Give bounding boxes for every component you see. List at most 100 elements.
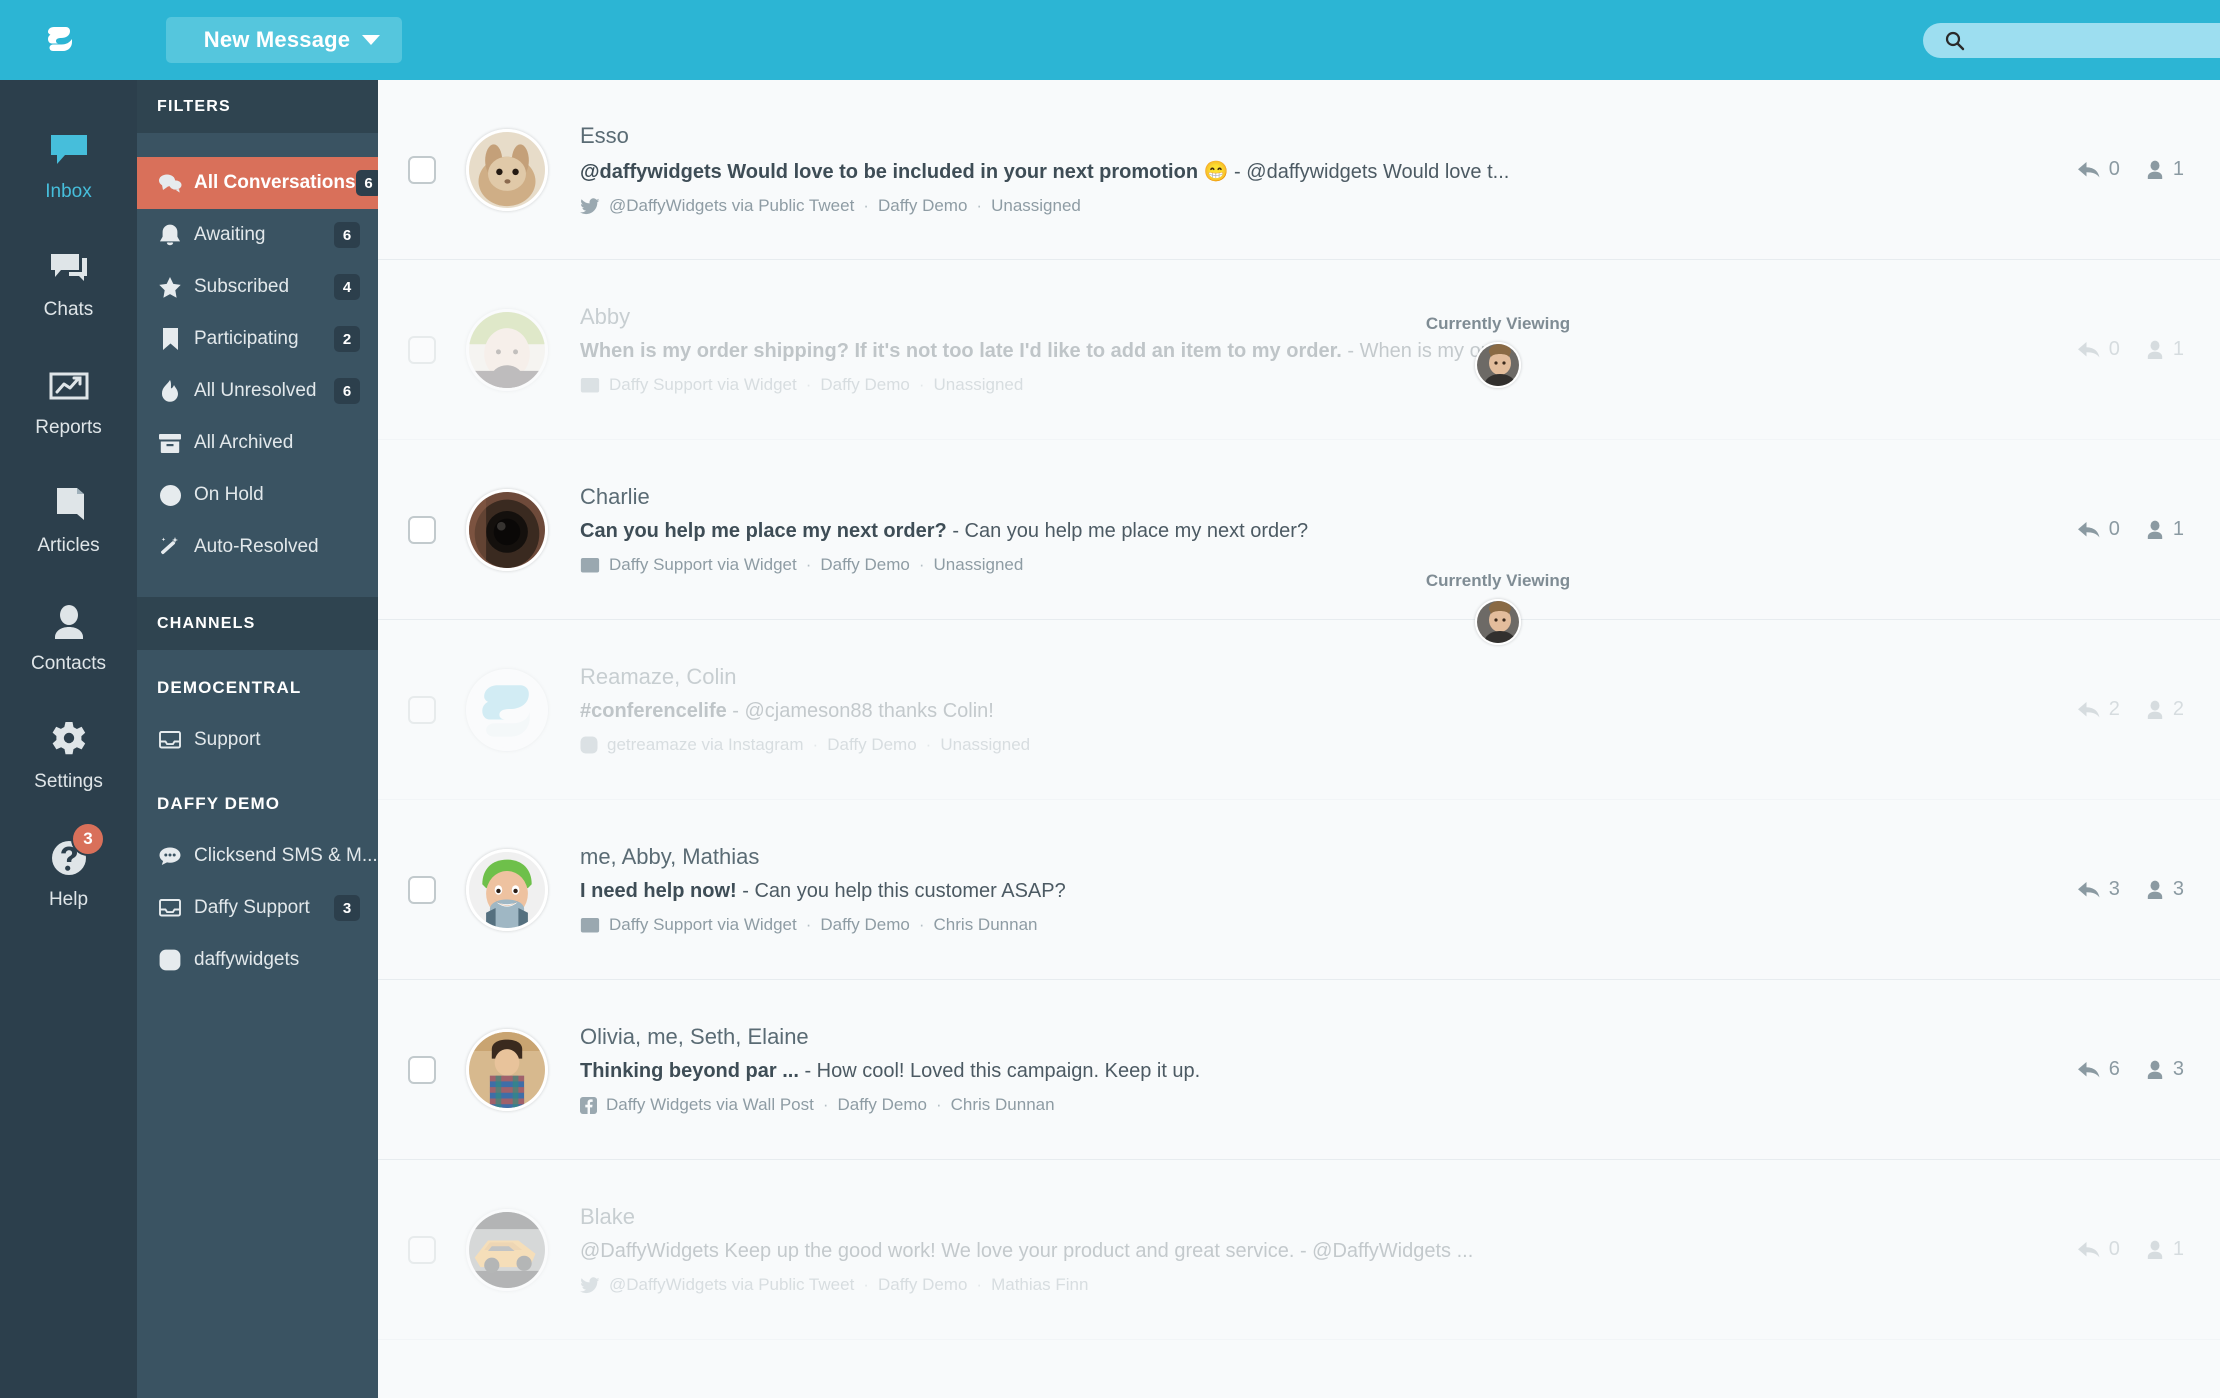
row-checkbox[interactable] xyxy=(408,515,436,544)
reply-count-value: 0 xyxy=(2108,158,2120,180)
search-bar[interactable] xyxy=(1923,23,2220,58)
people-count-value: 1 xyxy=(2172,158,2184,180)
snippet-subject: @daffywidgets Would love to be included … xyxy=(580,161,1229,183)
rail-label-help: Help xyxy=(48,889,89,910)
filter-item-all-conversations[interactable]: All Conversations 6 xyxy=(137,157,382,209)
person-icon xyxy=(2147,340,2163,359)
avatar xyxy=(466,308,548,391)
new-message-button[interactable]: New Message xyxy=(166,17,402,63)
top-header-bar: New Message xyxy=(0,0,2220,80)
filter-label-all-conversations: All Conversations xyxy=(194,172,356,193)
channel-item-clicksend-sms[interactable]: Clicksend SMS & M... xyxy=(137,830,378,882)
row-select-cell xyxy=(378,515,466,544)
rail-item-articles[interactable]: Articles xyxy=(0,460,137,578)
articles-book-icon xyxy=(51,481,87,527)
meta-sep: · xyxy=(918,375,925,394)
rail-item-chats[interactable]: Chats xyxy=(0,224,137,342)
row-checkbox[interactable] xyxy=(408,1055,436,1084)
reply-count: 0 xyxy=(2077,158,2120,181)
channel-item-support[interactable]: Support xyxy=(137,714,378,766)
search-icon xyxy=(1945,31,1965,51)
filter-count-all-unresolved: 6 xyxy=(334,378,360,404)
conversation-meta: getreamaze via Instagram · Daffy Demo · … xyxy=(580,735,2024,755)
primary-navigation-rail: Inbox Chats Reports Articles Contacts Se… xyxy=(0,80,137,1398)
filter-count-awaiting: 6 xyxy=(334,222,360,248)
reply-count-value: 0 xyxy=(2108,518,2120,540)
rail-item-reports[interactable]: Reports xyxy=(0,342,137,460)
filter-item-participating[interactable]: Participating 2 xyxy=(137,313,378,365)
avatar xyxy=(466,1208,548,1291)
meta-channel: @DaffyWidgets via Public Tweet xyxy=(609,1275,855,1294)
rail-label-articles: Articles xyxy=(37,535,100,556)
filter-count-subscribed: 4 xyxy=(334,274,360,300)
conversation-meta: Daffy Support via Widget · Daffy Demo · … xyxy=(580,915,2024,935)
meta-assignee: Unassigned xyxy=(933,375,1024,394)
conversation-snippet: @daffywidgets Would love to be included … xyxy=(580,159,2024,184)
row-checkbox[interactable] xyxy=(408,155,436,184)
conversation-row[interactable]: Charlie Can you help me place my next or… xyxy=(378,440,2220,620)
people-count-value: 2 xyxy=(2172,698,2184,720)
conversation-row[interactable]: Abby When is my order shipping? If it's … xyxy=(378,260,2220,440)
people-count-value: 1 xyxy=(2172,518,2184,540)
conversation-row[interactable]: Olivia, me, Seth, Elaine Thinking beyond… xyxy=(378,980,2220,1160)
chevron-down-icon[interactable] xyxy=(362,35,380,45)
avatar xyxy=(466,1028,548,1111)
rail-item-settings[interactable]: Settings xyxy=(0,696,137,814)
channel-item-daffy-support[interactable]: Daffy Support 3 xyxy=(137,882,378,934)
row-checkbox[interactable] xyxy=(408,1235,436,1264)
filter-item-all-archived[interactable]: All Archived xyxy=(137,417,378,469)
filter-item-all-unresolved[interactable]: All Unresolved 6 xyxy=(137,365,378,417)
snippet-preview: - How cool! Loved this campaign. Keep it… xyxy=(798,1060,1201,1082)
conversation-list[interactable]: Esso @daffywidgets Would love to be incl… xyxy=(378,80,2220,1398)
reply-arrow-icon xyxy=(2077,341,2100,357)
channel-item-daffywidgets[interactable]: daffywidgets xyxy=(137,934,378,986)
conversation-snippet: I need help now! - Can you help this cus… xyxy=(580,880,2024,903)
conversation-snippet: #conferencelife - @cjameson88 thanks Col… xyxy=(580,700,2024,723)
instagram-icon xyxy=(157,949,183,971)
filter-item-subscribed[interactable]: Subscribed 4 xyxy=(137,261,378,313)
reply-arrow-icon xyxy=(2077,1061,2100,1077)
snippet-subject: Can you help me place my next order? xyxy=(580,520,947,542)
meta-brand: Daffy Demo xyxy=(877,196,968,215)
row-checkbox[interactable] xyxy=(408,335,436,364)
people-count: 1 xyxy=(2146,158,2184,181)
conversation-stats: 0 1 xyxy=(2052,158,2184,181)
conversation-row[interactable]: Reamaze, Colin #conferencelife - @cjames… xyxy=(378,620,2220,800)
meta-sep: · xyxy=(918,555,925,574)
filter-item-on-hold[interactable]: On Hold xyxy=(137,469,378,521)
search-input[interactable] xyxy=(1965,24,2220,57)
row-select-cell xyxy=(378,1235,466,1264)
conversation-row[interactable]: Esso @daffywidgets Would love to be incl… xyxy=(378,80,2220,260)
reply-count-value: 2 xyxy=(2108,698,2120,720)
person-icon xyxy=(2147,160,2163,179)
reply-count: 0 xyxy=(2077,338,2120,361)
channel-count-daffy-support: 3 xyxy=(334,895,360,921)
conversation-row[interactable]: Blake @DaffyWidgets Keep up the good wor… xyxy=(378,1160,2220,1340)
conversation-stats: 2 2 xyxy=(2052,698,2184,721)
filter-item-auto-resolved[interactable]: Auto-Resolved xyxy=(137,521,378,573)
rail-item-help[interactable]: 3 Help xyxy=(0,814,137,932)
snippet-preview: - Can you help this customer ASAP? xyxy=(736,880,1066,902)
meta-assignee: Chris Dunnan xyxy=(950,1095,1055,1114)
meta-channel: @DaffyWidgets via Public Tweet xyxy=(609,196,855,215)
filter-label-auto-resolved: Auto-Resolved xyxy=(194,536,319,557)
snippet-subject: I need help now! xyxy=(580,880,737,902)
inbox-tray-icon xyxy=(157,730,183,750)
gear-icon xyxy=(49,717,89,763)
reamaze-leaf-logo[interactable] xyxy=(0,0,120,80)
meta-sep: · xyxy=(822,1095,829,1114)
row-checkbox[interactable] xyxy=(408,695,436,724)
meta-assignee: Chris Dunnan xyxy=(933,915,1038,934)
conversation-stats: 0 1 xyxy=(2052,1238,2184,1261)
conversation-body: Blake @DaffyWidgets Keep up the good wor… xyxy=(580,1204,2044,1295)
avatar xyxy=(466,488,548,571)
conversation-row[interactable]: me, Abby, Mathias I need help now! - Can… xyxy=(378,800,2220,980)
magic-wand-icon xyxy=(157,535,183,559)
rail-item-inbox[interactable]: Inbox xyxy=(0,106,137,224)
rail-label-inbox: Inbox xyxy=(45,181,92,202)
rail-item-contacts[interactable]: Contacts xyxy=(0,578,137,696)
row-checkbox[interactable] xyxy=(408,875,436,904)
filter-item-awaiting[interactable]: Awaiting 6 xyxy=(137,209,378,261)
avatar xyxy=(466,128,548,211)
star-icon xyxy=(157,276,183,299)
